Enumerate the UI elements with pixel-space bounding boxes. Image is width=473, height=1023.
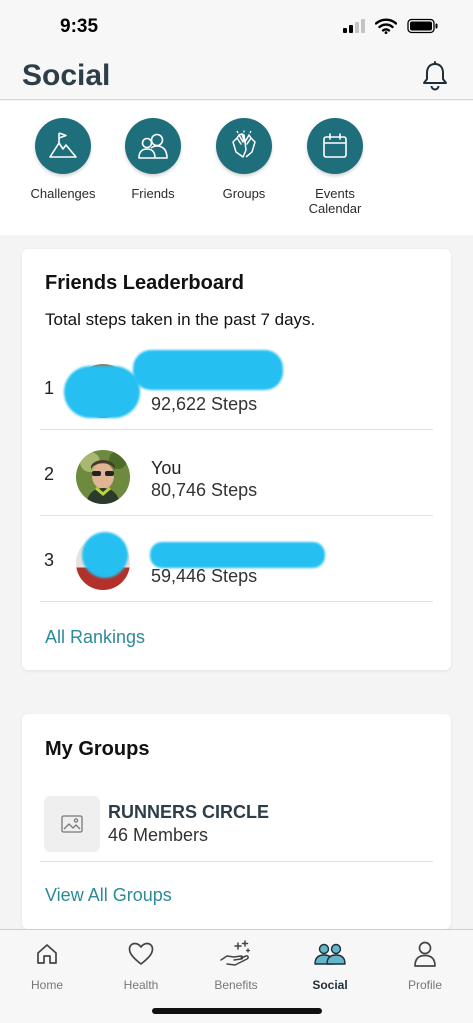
heart-icon	[101, 940, 181, 968]
shortcut-label: Events Calendar	[308, 186, 362, 216]
redaction-mark	[133, 350, 283, 390]
people-icon	[125, 118, 181, 174]
leaderboard-row[interactable]: 2 You 80,746 Steps	[40, 430, 433, 516]
social-icon	[290, 940, 370, 968]
wifi-icon	[375, 18, 397, 34]
cellular-signal-icon	[343, 19, 365, 33]
tab-label: Profile	[407, 978, 442, 992]
group-name: RUNNERS CIRCLE	[108, 802, 270, 822]
redaction-mark	[82, 532, 128, 578]
challenges-shortcut[interactable]: Challenges	[18, 118, 108, 201]
events-calendar-shortcut[interactable]: Events Calendar	[290, 118, 380, 216]
friends-shortcut[interactable]: Friends	[108, 118, 198, 201]
page-title: Social	[22, 59, 111, 92]
redaction-mark	[150, 542, 325, 568]
my-groups-card: My Groups RUNNERS CIRCLE 46 Members View…	[22, 714, 451, 929]
tab-health[interactable]: Health	[101, 940, 181, 992]
battery-icon	[407, 18, 438, 34]
tab-profile[interactable]: Profile	[385, 940, 465, 992]
home-indicator	[152, 1008, 322, 1014]
rank-number: 2	[44, 464, 55, 484]
friend-name: You	[151, 458, 182, 478]
benefits-hand-icon	[196, 940, 276, 968]
friend-steps: 92,622 Steps	[151, 394, 258, 414]
rank-number: 3	[44, 550, 55, 570]
my-groups-title: My Groups	[45, 738, 150, 760]
image-placeholder-icon	[44, 796, 100, 852]
friend-steps: 59,446 Steps	[151, 566, 258, 586]
tab-label: Social	[312, 978, 348, 992]
home-icon	[7, 940, 87, 968]
leaderboard-title: Friends Leaderboard	[45, 272, 244, 294]
shortcut-label: Challenges	[30, 186, 96, 201]
shortcut-label: Friends	[131, 186, 175, 201]
header: Social	[0, 56, 473, 100]
avatar	[76, 450, 130, 504]
social-shortcuts: Challenges Friends Groups Events Calenda…	[0, 101, 473, 235]
view-all-groups-link[interactable]: View All Groups	[45, 885, 172, 906]
all-rankings-link[interactable]: All Rankings	[45, 627, 145, 648]
group-item[interactable]: RUNNERS CIRCLE 46 Members	[40, 784, 433, 862]
friends-leaderboard-card: Friends Leaderboard Total steps taken in…	[22, 249, 451, 670]
redaction-mark	[64, 366, 140, 418]
leaderboard-subtitle: Total steps taken in the past 7 days.	[45, 310, 316, 329]
group-members: 46 Members	[108, 825, 209, 845]
tab-label: Home	[30, 978, 63, 992]
tab-home[interactable]: Home	[7, 940, 87, 992]
status-icons	[343, 18, 439, 34]
tab-label: Health	[123, 978, 159, 992]
tab-label: Benefits	[214, 978, 258, 992]
groups-shortcut[interactable]: Groups	[199, 118, 289, 201]
leaderboard-row[interactable]: 3 59,446 Steps	[40, 516, 433, 602]
flag-mountain-icon	[35, 118, 91, 174]
high-five-icon	[216, 118, 272, 174]
leaderboard-row[interactable]: 1 92,622 Steps	[40, 344, 433, 430]
tab-benefits[interactable]: Benefits	[196, 940, 276, 992]
bell-icon[interactable]	[421, 61, 449, 91]
profile-icon	[385, 940, 465, 968]
shortcut-label: Groups	[222, 186, 266, 201]
friend-steps: 80,746 Steps	[151, 480, 258, 500]
status-bar: 9:35	[0, 0, 473, 56]
tab-social[interactable]: Social	[290, 940, 370, 992]
rank-number: 1	[44, 378, 55, 398]
status-time: 9:35	[60, 16, 99, 37]
calendar-icon	[307, 118, 363, 174]
